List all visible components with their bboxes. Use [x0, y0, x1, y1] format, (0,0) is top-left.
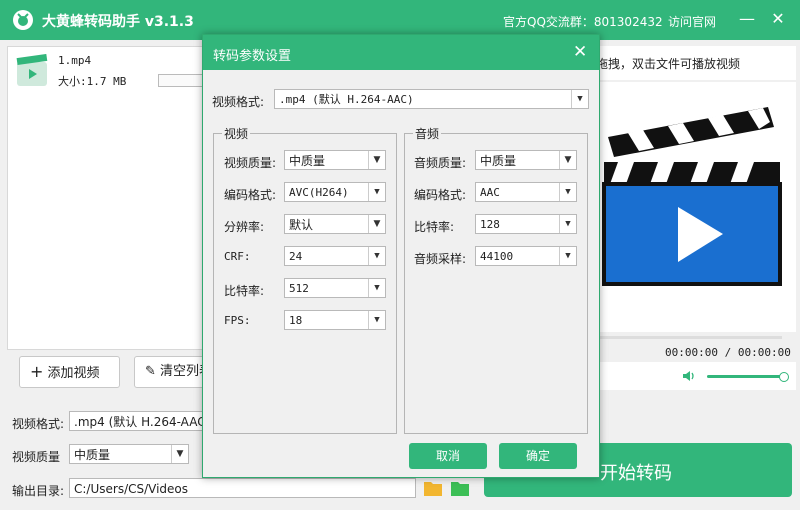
file-name: 1.mp4 — [58, 54, 92, 67]
bee-logo-icon — [13, 10, 33, 30]
cancel-button[interactable]: 取消 — [409, 443, 487, 469]
video-codec-label: 编码格式: — [224, 188, 277, 202]
video-preview[interactable] — [596, 82, 796, 332]
clear-list-button[interactable]: ✎ 清空列表 — [134, 356, 208, 388]
bottom-quality-label: 视频质量 — [12, 450, 61, 464]
video-codec-select[interactable]: AVC(H264) ▼ — [284, 182, 386, 202]
audio-codec-select[interactable]: AAC ▼ — [475, 182, 577, 202]
dialog-format-value: .mp4 (默认 H.264-AAC) — [279, 93, 414, 106]
video-quality-select[interactable]: 中质量 ▼ — [284, 150, 386, 170]
dialog-title: 转码参数设置 — [213, 49, 292, 64]
output-dir-label: 输出目录: — [12, 484, 65, 498]
dialog-format-label: 视频格式: — [212, 95, 265, 109]
add-video-label: 添加视频 — [47, 366, 100, 381]
audio-samplerate-select[interactable]: 44100 ▼ — [475, 246, 577, 266]
audio-samplerate-label: 音频采样: — [414, 252, 467, 266]
file-size: 大小:1.7 MB — [58, 75, 127, 88]
chevron-down-icon: ▼ — [368, 279, 385, 297]
preview-hint: 拖拽，双击文件可播放视频 — [596, 57, 741, 71]
clapperboard-icon — [602, 107, 782, 286]
crf-select[interactable]: 24 ▼ — [284, 246, 386, 266]
chevron-down-icon: ▼ — [571, 90, 588, 108]
audio-bitrate-value: 128 — [480, 218, 500, 231]
time-display: 00:00:00 / 00:00:00 — [665, 346, 791, 359]
video-quality-value: 中质量 — [289, 154, 326, 168]
output-dir-input[interactable]: C:/Users/CS/Videos — [69, 478, 416, 498]
clear-list-label: 清空列表 — [160, 364, 208, 379]
plus-icon: + — [30, 362, 44, 381]
video-quality-label: 视频质量: — [224, 156, 277, 170]
broom-icon: ✎ — [145, 364, 156, 379]
video-file-icon — [16, 54, 48, 86]
dialog-title-bar: 转码参数设置 ✕ — [203, 35, 599, 70]
bottom-quality-value: 中质量 — [74, 448, 111, 462]
chevron-down-icon: ▼ — [368, 215, 385, 233]
chevron-down-icon: ▼ — [559, 215, 576, 233]
bottom-format-select[interactable]: .mp4 (默认 H.264-AAC) — [69, 411, 204, 431]
video-bitrate-value: 512 — [289, 282, 309, 295]
chevron-down-icon: ▼ — [171, 445, 188, 463]
transcode-settings-dialog: 转码参数设置 ✕ 视频格式: .mp4 (默认 H.264-AAC) ▼ 视频 … — [202, 34, 600, 478]
start-convert-label: 开始转码 — [600, 463, 672, 484]
volume-slider[interactable] — [707, 375, 783, 378]
audio-quality-label: 音频质量: — [414, 156, 467, 170]
fps-value: 18 — [289, 314, 303, 327]
video-codec-value: AVC(H264) — [289, 186, 349, 199]
bottom-format-value: .mp4 (默认 H.264-AAC) — [74, 415, 204, 429]
add-video-button[interactable]: + 添加视频 — [19, 356, 120, 388]
volume-knob[interactable] — [779, 372, 789, 382]
audio-bitrate-select[interactable]: 128 ▼ — [475, 214, 577, 234]
bottom-quality-select[interactable]: 中质量 ▼ — [69, 444, 189, 464]
audio-codec-label: 编码格式: — [414, 188, 467, 202]
audio-group-legend: 音频 — [415, 127, 440, 141]
audio-samplerate-value: 44100 — [480, 250, 514, 263]
chevron-down-icon: ▼ — [368, 151, 385, 169]
app-title: 大黄蜂转码助手 v3.1.3 — [42, 14, 194, 30]
chevron-down-icon: ▼ — [368, 247, 385, 265]
output-dir-value: C:/Users/CS/Videos — [74, 482, 189, 496]
qq-group-text: 官方QQ交流群：801302432 — [503, 15, 663, 29]
crf-value: 24 — [289, 250, 303, 263]
fps-label: FPS: — [224, 314, 251, 327]
close-icon[interactable]: ✕ — [573, 42, 587, 62]
open-folder-icon[interactable] — [423, 479, 443, 497]
audio-codec-value: AAC — [480, 186, 500, 199]
fps-select[interactable]: 18 ▼ — [284, 310, 386, 330]
minimize-icon[interactable]: — — [737, 9, 757, 29]
chevron-down-icon: ▼ — [559, 183, 576, 201]
audio-group: 音频 — [404, 125, 588, 434]
chevron-down-icon: ▼ — [559, 151, 576, 169]
crf-label: CRF: — [224, 250, 251, 263]
resolution-value: 默认 — [289, 218, 314, 232]
audio-quality-select[interactable]: 中质量 ▼ — [475, 150, 577, 170]
audio-quality-value: 中质量 — [480, 154, 517, 168]
dialog-format-select[interactable]: .mp4 (默认 H.264-AAC) ▼ — [274, 89, 589, 109]
audio-bitrate-label: 比特率: — [414, 220, 455, 234]
timeline-slider[interactable] — [596, 336, 782, 339]
resolution-select[interactable]: 默认 ▼ — [284, 214, 386, 234]
video-bitrate-select[interactable]: 512 ▼ — [284, 278, 386, 298]
volume-icon[interactable] — [682, 369, 696, 383]
chevron-down-icon: ▼ — [368, 183, 385, 201]
chevron-down-icon: ▼ — [559, 247, 576, 265]
video-bitrate-label: 比特率: — [224, 284, 265, 298]
chevron-down-icon: ▼ — [368, 311, 385, 329]
close-icon[interactable]: ✕ — [768, 9, 788, 29]
video-group-legend: 视频 — [224, 127, 249, 141]
confirm-button[interactable]: 确定 — [499, 443, 577, 469]
browse-folder-icon[interactable] — [450, 479, 470, 497]
resolution-label: 分辨率: — [224, 220, 265, 234]
bottom-format-label: 视频格式: — [12, 417, 65, 431]
visit-site-link[interactable]: 访问官网 — [668, 13, 716, 30]
